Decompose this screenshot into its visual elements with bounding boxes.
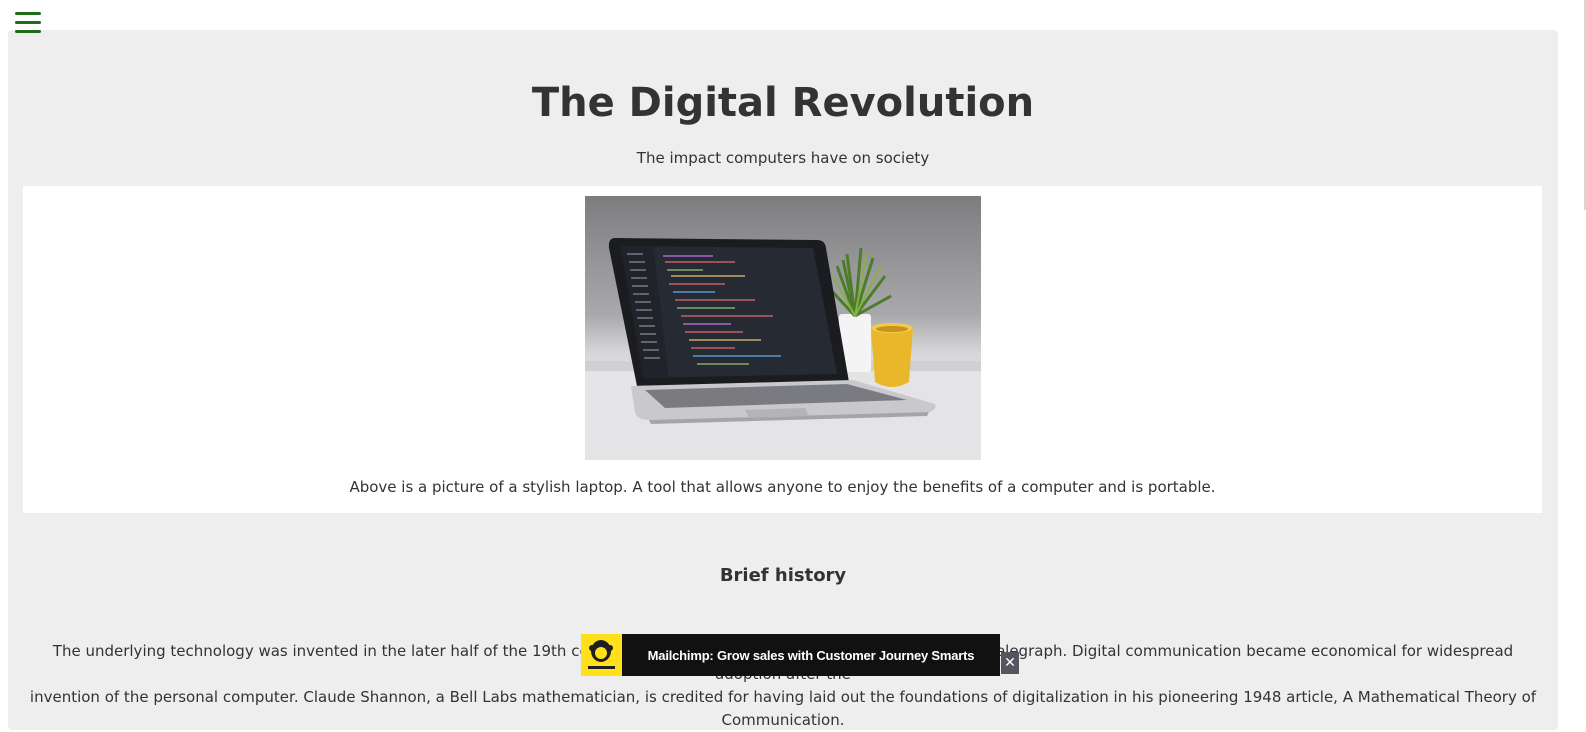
main-content: The Digital Revolution The impact comput… <box>8 30 1558 730</box>
menu-bar <box>15 21 41 24</box>
mailchimp-logo-icon <box>581 634 622 676</box>
close-icon[interactable]: ✕ <box>1001 652 1019 674</box>
paragraph-line: invention of the personal computer. Clau… <box>29 688 1537 729</box>
image-card: Above is a picture of a stylish laptop. … <box>23 186 1542 513</box>
image-caption: Above is a picture of a stylish laptop. … <box>349 478 1216 496</box>
page-subtitle: The impact computers have on society <box>636 149 930 167</box>
laptop-photo <box>585 196 981 460</box>
menu-bar <box>15 12 41 15</box>
hamburger-menu-icon[interactable] <box>15 12 41 34</box>
ad-banner[interactable]: Mailchimp: Grow sales with Customer Jour… <box>581 634 1000 676</box>
menu-bar <box>15 30 41 33</box>
page-title: The Digital Revolution <box>531 80 1035 126</box>
yellow-cup <box>871 328 913 387</box>
section-heading: Brief history <box>719 565 847 586</box>
laptop-illustration <box>585 238 981 460</box>
ad-text[interactable]: Mailchimp: Grow sales with Customer Jour… <box>622 648 1000 663</box>
